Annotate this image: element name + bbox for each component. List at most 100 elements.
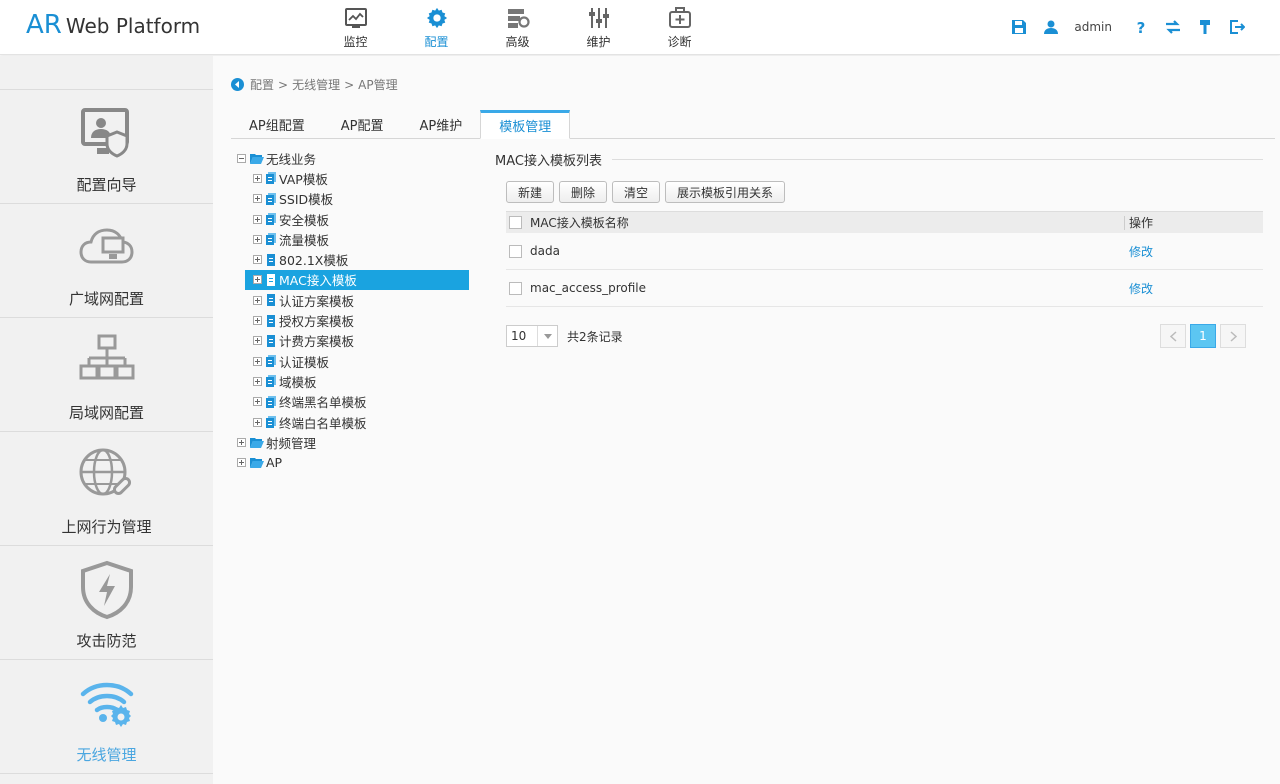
header-toolbar: admin ? — [996, 18, 1246, 36]
tree-item-ssid[interactable]: SSID模板 — [237, 189, 472, 209]
row-checkbox[interactable] — [509, 281, 522, 295]
tree-item-whitelist[interactable]: 终端白名单模板 — [237, 412, 472, 432]
chevron-right-icon — [1229, 330, 1237, 342]
nav-label: 诊断 — [667, 35, 692, 49]
tree-label: 流量模板 — [279, 232, 330, 248]
document-stack-icon — [266, 213, 276, 226]
delete-button[interactable]: 删除 — [559, 181, 608, 203]
tab-ap-group-config[interactable]: AP组配置 — [231, 110, 323, 138]
tab-ap-maintain[interactable]: AP维护 — [401, 110, 480, 138]
breadcrumb-item[interactable]: 配置 — [250, 76, 274, 93]
gear-icon — [426, 7, 447, 29]
expand-toggle-icon[interactable] — [253, 214, 262, 224]
prev-page-button[interactable] — [1160, 324, 1186, 348]
page-button-current[interactable]: 1 — [1190, 324, 1216, 348]
sidebar-item-wan[interactable]: 广域网配置 — [0, 204, 213, 318]
expand-toggle-icon[interactable] — [253, 234, 262, 244]
tree-item-accounting-scheme[interactable]: 计费方案模板 — [237, 331, 472, 351]
logout-icon[interactable] — [1228, 18, 1246, 36]
tree-label: 终端白名单模板 — [279, 415, 367, 431]
breadcrumb-item[interactable]: 无线管理 — [292, 76, 340, 93]
expand-toggle-icon[interactable] — [253, 376, 262, 386]
medkit-icon — [668, 7, 691, 28]
panel-title: MAC接入模板列表 — [495, 150, 1263, 169]
sidebar-top-spacer — [0, 56, 213, 90]
sidebar-item-config-wizard[interactable]: 配置向导 — [0, 90, 213, 204]
expand-toggle-icon[interactable] — [253, 255, 262, 265]
nav-label: 监控 — [343, 35, 368, 49]
modify-link[interactable]: 修改 — [1129, 243, 1153, 260]
tree-item-8021x[interactable]: 802.1X模板 — [237, 249, 472, 269]
sidebar-item-internet-behavior[interactable]: 上网行为管理 — [0, 432, 213, 546]
expand-toggle-icon[interactable] — [253, 173, 262, 183]
tab-bar: AP组配置 AP配置 AP维护 模板管理 — [231, 110, 1275, 139]
tree-root-ap[interactable]: AP — [237, 452, 472, 472]
sliders-icon — [588, 8, 609, 28]
show-references-button[interactable]: 展示模板引用关系 — [665, 181, 786, 203]
expand-toggle-icon[interactable] — [253, 397, 262, 407]
document-stack-icon — [266, 416, 276, 428]
save-icon[interactable] — [1010, 18, 1028, 36]
tree-item-vap[interactable]: VAP模板 — [237, 168, 472, 188]
sidebar-item-lan[interactable]: 局域网配置 — [0, 318, 213, 432]
document-stack-icon — [266, 233, 276, 246]
shield-lightning-icon — [80, 560, 133, 620]
tab-ap-config[interactable]: AP配置 — [323, 110, 402, 138]
tree-item-mac-access[interactable]: MAC接入模板 — [245, 269, 469, 291]
expand-toggle-icon[interactable] — [253, 194, 262, 204]
tree-item-domain[interactable]: 域模板 — [237, 371, 472, 391]
logo: AR Web Platform — [26, 10, 200, 40]
help-icon[interactable]: ? — [1132, 18, 1150, 36]
logo-text: Web Platform — [65, 14, 201, 38]
expand-toggle-icon[interactable] — [237, 458, 246, 468]
tree-item-auth-scheme[interactable]: 认证方案模板 — [237, 290, 472, 310]
nav-advanced[interactable]: 高级 — [477, 0, 558, 54]
expand-toggle-icon[interactable] — [253, 356, 262, 366]
nav-monitor[interactable]: 监控 — [315, 0, 396, 54]
sidebar-item-wireless[interactable]: 无线管理 — [0, 660, 213, 774]
tree-item-blacklist[interactable]: 终端黑名单模板 — [237, 392, 472, 412]
expand-toggle-icon[interactable] — [253, 336, 262, 346]
tree-label: 认证模板 — [279, 354, 330, 370]
table-header: MAC接入模板名称 操作 — [506, 211, 1263, 233]
next-page-button[interactable] — [1220, 324, 1246, 348]
tree-root-radio-management[interactable]: 射频管理 — [237, 432, 472, 452]
clear-button[interactable]: 清空 — [612, 181, 661, 203]
expand-toggle-icon[interactable] — [253, 417, 262, 427]
select-all-checkbox[interactable] — [509, 216, 522, 229]
collapse-toggle-icon[interactable] — [237, 153, 246, 163]
row-checkbox[interactable] — [509, 244, 522, 258]
row-name: dada — [530, 244, 560, 258]
tree-root-wireless-service[interactable]: 无线业务 — [237, 148, 472, 168]
column-header-action: 操作 — [1129, 216, 1154, 230]
switch-icon[interactable] — [1164, 18, 1182, 36]
nav-maintain[interactable]: 维护 — [558, 0, 639, 54]
sidebar-item-attack-defense[interactable]: 攻击防范 — [0, 546, 213, 660]
top-header: AR Web Platform 监控 配置 高级 维护 诊断 admin ? — [0, 0, 1280, 55]
tree-item-traffic[interactable]: 流量模板 — [237, 229, 472, 249]
folder-open-icon — [250, 153, 264, 164]
nav-diagnose[interactable]: 诊断 — [639, 0, 720, 54]
advanced-icon — [507, 9, 530, 28]
document-icon — [267, 334, 275, 347]
nav-label: 维护 — [586, 35, 611, 49]
nav-config[interactable]: 配置 — [396, 0, 477, 54]
expand-toggle-icon[interactable] — [253, 295, 262, 305]
page-size-select[interactable]: 10 — [506, 325, 558, 347]
back-arrow-icon[interactable] — [231, 78, 244, 91]
wan-cloud-icon — [78, 228, 134, 264]
tree-item-auth[interactable]: 认证模板 — [237, 351, 472, 371]
tree-item-security[interactable]: 安全模板 — [237, 209, 472, 229]
monitor-icon — [344, 8, 367, 28]
wrench-icon[interactable] — [1196, 18, 1214, 36]
expand-toggle-icon[interactable] — [237, 437, 246, 447]
expand-toggle-icon[interactable] — [253, 275, 262, 285]
document-stack-icon — [266, 395, 276, 408]
expand-toggle-icon[interactable] — [253, 316, 262, 326]
new-button[interactable]: 新建 — [506, 181, 555, 203]
modify-link[interactable]: 修改 — [1129, 280, 1153, 297]
tab-template-management[interactable]: 模板管理 — [480, 110, 571, 139]
folder-open-icon — [250, 437, 264, 448]
tree-item-authorization-scheme[interactable]: 授权方案模板 — [237, 310, 472, 330]
dropdown-arrow-icon[interactable] — [537, 326, 557, 346]
